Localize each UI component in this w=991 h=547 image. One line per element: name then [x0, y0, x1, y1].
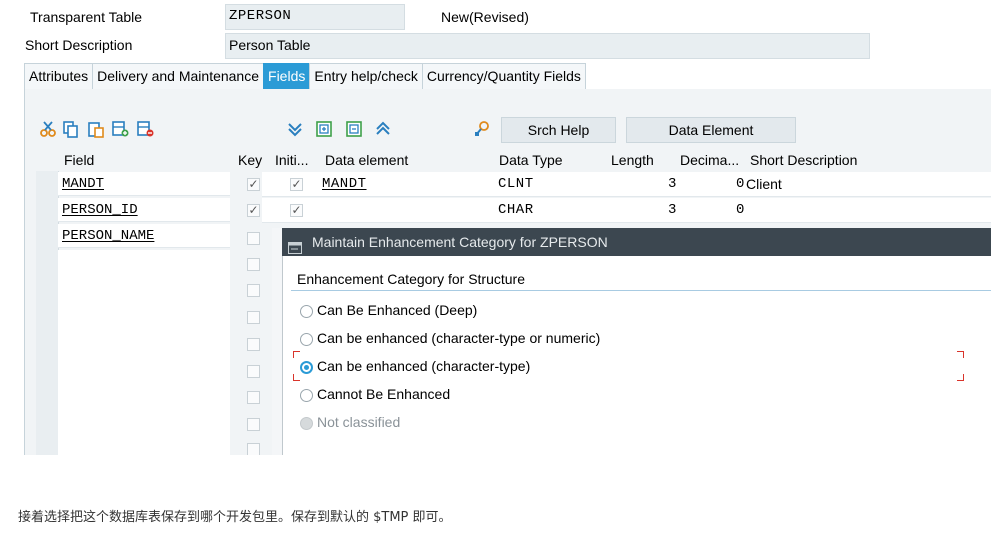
short-desc-label: Short Description — [25, 37, 133, 53]
col-header-data-element[interactable]: Data element — [325, 149, 408, 171]
data-type-cell[interactable]: CLNT — [498, 172, 534, 196]
radio-can-be-enhanced-deep[interactable] — [300, 305, 313, 318]
key-checkbox[interactable] — [247, 418, 260, 431]
key-checkbox[interactable] — [247, 338, 260, 351]
length-cell[interactable]: 3 — [668, 172, 677, 196]
copy-icon[interactable] — [60, 119, 80, 139]
table-type-label: Transparent Table — [30, 9, 143, 25]
focus-corner-top-right — [957, 351, 964, 358]
table-name-field[interactable]: ZPERSON — [225, 4, 405, 30]
group-title: Enhancement Category for Structure — [297, 271, 526, 287]
collapse-icon[interactable] — [344, 119, 364, 139]
window-icon — [288, 235, 302, 254]
tab-fields[interactable]: Fields — [263, 63, 311, 89]
dialog-title: Maintain Enhancement Category for ZPERSO… — [312, 234, 608, 250]
focus-corner-bottom-right — [957, 374, 964, 381]
key-checkbox[interactable] — [247, 258, 260, 271]
table-row — [262, 198, 991, 223]
delete-row-icon[interactable] — [135, 119, 155, 139]
field-name-text: PERSON_ID — [62, 202, 138, 218]
length-cell[interactable]: 3 — [668, 198, 677, 222]
col-header-decimals[interactable]: Decima... — [680, 149, 739, 171]
decimals-cell[interactable]: 0 — [736, 198, 745, 222]
focus-corner-bottom-left — [293, 374, 300, 381]
key-checkbox[interactable] — [247, 284, 260, 297]
col-header-key[interactable]: Key — [238, 149, 262, 171]
col-header-initial[interactable]: Initi... — [275, 149, 308, 171]
radio-char-type[interactable] — [300, 361, 313, 374]
group-divider — [291, 290, 991, 291]
expand-icon[interactable] — [314, 119, 334, 139]
data-type-cell[interactable]: CHAR — [498, 198, 534, 222]
table-row — [262, 172, 991, 197]
radio-label-cannot-be-enhanced[interactable]: Cannot Be Enhanced — [317, 386, 450, 402]
caption-text: 接着选择把这个数据库表保存到哪个开发包里。保存到默认的 $TMP 即可。 — [18, 510, 452, 525]
tab-strip: Attributes Delivery and Maintenance Fiel… — [24, 63, 586, 90]
key-checkbox[interactable] — [247, 232, 260, 245]
dialog-title-bar[interactable]: Maintain Enhancement Category for ZPERSO… — [282, 228, 991, 256]
sap-dictionary-screen: Transparent Table ZPERSON New(Revised) S… — [0, 0, 991, 455]
key-checkbox[interactable] — [247, 365, 260, 378]
key-checkbox[interactable] — [247, 311, 260, 324]
insert-row-icon[interactable] — [110, 119, 130, 139]
col-header-field[interactable]: Field — [64, 149, 94, 171]
status-text: New(Revised) — [441, 9, 529, 25]
radio-label-char-or-numeric[interactable]: Can be enhanced (character-type or numer… — [317, 330, 600, 346]
sort-up-icon[interactable] — [373, 119, 393, 139]
key-checkbox[interactable]: ✓ — [247, 178, 260, 191]
field-name-cell[interactable]: PERSON_ID — [58, 198, 230, 222]
tab-currency-quantity-fields[interactable]: Currency/Quantity Fields — [421, 63, 586, 89]
row-selector-column[interactable] — [36, 171, 59, 455]
key-checkbox[interactable] — [247, 443, 260, 455]
decimals-cell[interactable]: 0 — [736, 172, 745, 196]
col-header-data-type[interactable]: Data Type — [499, 149, 563, 171]
tab-entry-help-check[interactable]: Entry help/check — [309, 63, 423, 89]
field-name-cell[interactable]: MANDT — [58, 172, 230, 196]
cut-icon[interactable] — [38, 119, 58, 139]
radio-not-classified — [300, 417, 313, 430]
enhancement-category-dialog: Enhancement Category for Structure Can B… — [282, 256, 991, 455]
col-header-length[interactable]: Length — [611, 149, 654, 171]
key-checkbox[interactable] — [247, 391, 260, 404]
short-description-cell[interactable]: Client — [746, 172, 782, 196]
tab-attributes[interactable]: Attributes — [24, 63, 94, 89]
col-header-short-description[interactable]: Short Description — [750, 149, 857, 171]
radio-label-can-be-enhanced-deep[interactable]: Can Be Enhanced (Deep) — [317, 302, 477, 318]
field-name-text: MANDT — [62, 176, 105, 192]
sort-down-icon[interactable] — [285, 119, 305, 139]
field-name-cell[interactable]: PERSON_NAME — [58, 224, 230, 248]
initial-checkbox[interactable]: ✓ — [290, 178, 303, 191]
key-checkbox[interactable]: ✓ — [247, 204, 260, 217]
focus-corner-top-left — [293, 351, 300, 358]
radio-label-not-classified: Not classified — [317, 414, 401, 430]
initial-column-filler — [272, 228, 282, 455]
field-name-text: PERSON_NAME — [62, 228, 155, 244]
initial-checkbox[interactable]: ✓ — [290, 204, 303, 217]
radio-char-or-numeric[interactable] — [300, 333, 313, 346]
radio-label-char-type[interactable]: Can be enhanced (character-type) — [317, 358, 530, 374]
data-element-button[interactable]: Data Element — [626, 117, 796, 143]
empty-field-rows — [58, 250, 230, 455]
tab-delivery-maintenance[interactable]: Delivery and Maintenance — [92, 63, 265, 89]
short-desc-field[interactable]: Person Table — [225, 33, 870, 59]
srch-help-button[interactable]: Srch Help — [501, 117, 616, 143]
data-element-cell[interactable]: MANDT — [322, 172, 367, 196]
paste-icon[interactable] — [86, 119, 106, 139]
search-help-icon[interactable] — [472, 119, 492, 139]
radio-cannot-be-enhanced[interactable] — [300, 389, 313, 402]
